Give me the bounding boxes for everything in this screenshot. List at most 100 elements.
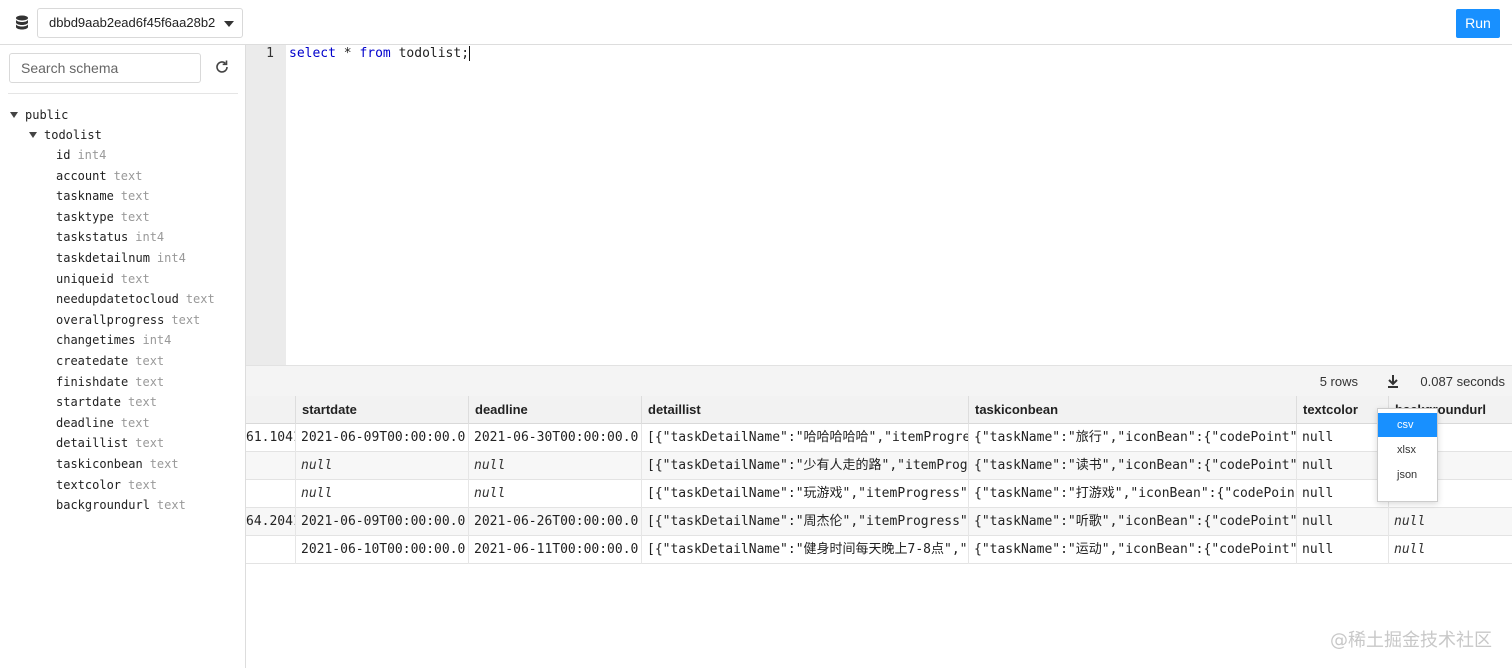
table-cell[interactable]: null bbox=[1297, 536, 1389, 564]
column-type: text bbox=[120, 209, 150, 224]
table-cell[interactable]: null bbox=[469, 480, 642, 508]
table-cell[interactable]: [{"taskDetailName":"周杰伦","itemProgress" bbox=[642, 508, 969, 536]
column-type: text bbox=[149, 457, 179, 471]
column-item[interactable]: taskname text bbox=[56, 186, 150, 206]
column-item[interactable]: uniqueid text bbox=[56, 269, 150, 289]
results-header: startdate deadline detaillist taskiconbean t… bbox=[246, 396, 1512, 424]
table-cell[interactable]: null bbox=[1297, 452, 1389, 480]
table-cell[interactable]: null bbox=[1389, 536, 1512, 564]
table-cell[interactable]: null bbox=[296, 452, 469, 480]
column-item[interactable]: deadline text bbox=[56, 413, 150, 433]
column-header[interactable]: detaillist bbox=[642, 396, 969, 424]
caret-down-icon bbox=[29, 131, 37, 138]
column-item[interactable]: overallprogress text bbox=[56, 310, 200, 330]
column-name: textcolor bbox=[56, 477, 122, 492]
table-cell[interactable]: null bbox=[1297, 424, 1389, 452]
table-row[interactable]: null null [{"taskDetailName":"玩游戏","itemPr… bbox=[246, 480, 1512, 508]
column-item[interactable]: startdate text bbox=[56, 392, 157, 412]
column-item[interactable]: textcolor text bbox=[56, 475, 157, 495]
caret-down-icon bbox=[10, 111, 18, 118]
table-cell[interactable]: {"taskName":"听歌","iconBean":{"codePoint" bbox=[969, 508, 1297, 536]
download-icon[interactable] bbox=[1386, 374, 1400, 388]
column-header[interactable] bbox=[246, 396, 296, 424]
column-header[interactable]: startdate bbox=[296, 396, 469, 424]
column-item[interactable]: detaillist text bbox=[56, 433, 164, 453]
table-cell[interactable]: null bbox=[1297, 480, 1389, 508]
table-cell[interactable]: null bbox=[469, 452, 642, 480]
column-name: backgroundurl bbox=[56, 498, 150, 513]
column-item[interactable]: tasktype text bbox=[56, 207, 150, 227]
column-type: text bbox=[171, 312, 201, 327]
column-item[interactable]: taskdetailnum int4 bbox=[56, 248, 186, 268]
table-cell[interactable]: null bbox=[296, 480, 469, 508]
sql-editor[interactable]: 1 select * from todolist; bbox=[246, 45, 1512, 365]
column-type: int4 bbox=[142, 333, 172, 348]
table-cell[interactable]: null bbox=[1297, 508, 1389, 536]
column-name: changetimes bbox=[56, 333, 136, 348]
column-type: text bbox=[135, 436, 165, 451]
table-cell[interactable] bbox=[246, 452, 296, 480]
column-item[interactable]: taskiconbean text bbox=[56, 454, 179, 474]
table-cell[interactable]: {"taskName":"旅行","iconBean":{"codePoint" bbox=[969, 424, 1297, 452]
table-cell[interactable]: null bbox=[1389, 508, 1512, 536]
column-type: text bbox=[185, 292, 215, 307]
column-item[interactable]: account text bbox=[56, 166, 142, 186]
column-header[interactable]: deadline bbox=[469, 396, 642, 424]
column-type: text bbox=[128, 395, 157, 410]
table-row[interactable]: null null [{"taskDetailName":"少有人走的路","ite… bbox=[246, 452, 1512, 480]
column-name: startdate bbox=[56, 395, 122, 410]
column-name: taskiconbean bbox=[56, 457, 143, 471]
search-schema-input[interactable] bbox=[9, 53, 201, 83]
column-name: id bbox=[56, 148, 71, 162]
column-name: detaillist bbox=[56, 436, 129, 451]
table-cell[interactable]: {"taskName":"打游戏","iconBean":{"codePoin bbox=[969, 480, 1297, 508]
table-cell[interactable]: 61.1041 bbox=[246, 424, 296, 452]
table-cell[interactable]: 2021-06-09T00:00:00.0 bbox=[296, 508, 469, 536]
column-header[interactable]: taskiconbean bbox=[969, 396, 1297, 424]
column-name: taskdetailnum bbox=[56, 251, 150, 265]
table-cell[interactable]: [{"taskDetailName":"玩游戏","itemProgress" bbox=[642, 480, 969, 508]
table-cell[interactable]: {"taskName":"运动","iconBean":{"codePoint" bbox=[969, 536, 1297, 564]
column-name: taskname bbox=[56, 189, 114, 204]
table-row[interactable]: 64.2041 2021-06-09T00:00:00.0 2021-06-26T0… bbox=[246, 508, 1512, 536]
tree-table-todolist[interactable]: todolist bbox=[29, 125, 102, 145]
table-cell[interactable]: 2021-06-09T00:00:00.0 bbox=[296, 424, 469, 452]
column-header[interactable]: textcolor bbox=[1297, 396, 1389, 424]
table-cell[interactable] bbox=[246, 480, 296, 508]
column-item[interactable]: id int4 bbox=[56, 145, 106, 165]
table-cell[interactable]: [{"taskDetailName":"健身时间每天晚上7-8点"," bbox=[642, 536, 969, 564]
table-cell[interactable]: 2021-06-26T00:00:00.0 bbox=[469, 508, 642, 536]
column-item[interactable]: createdate text bbox=[56, 351, 164, 371]
connection-select[interactable]: dbbd9aab2ead6f45f6aa28b2 bbox=[37, 8, 243, 38]
export-option-xlsx[interactable]: xlsx bbox=[1378, 438, 1437, 462]
table-cell[interactable] bbox=[246, 536, 296, 564]
table-cell[interactable]: {"taskName":"读书","iconBean":{"codePoint" bbox=[969, 452, 1297, 480]
tree-schema-public[interactable]: public bbox=[10, 105, 68, 125]
column-type: int4 bbox=[77, 148, 107, 162]
table-cell[interactable]: [{"taskDetailName":"哈哈哈哈哈","itemProgre bbox=[642, 424, 969, 452]
table-cell[interactable]: 64.2041 bbox=[246, 508, 296, 536]
refresh-icon[interactable] bbox=[214, 59, 230, 75]
table-cell[interactable]: [{"taskDetailName":"少有人走的路","itemProg bbox=[642, 452, 969, 480]
column-name: overallprogress bbox=[56, 312, 165, 327]
table-row[interactable]: 2021-06-10T00:00:00.0 2021-06-11T00:00:00… bbox=[246, 536, 1512, 564]
code-line[interactable]: select * from todolist; bbox=[289, 45, 471, 63]
table-cell[interactable]: 2021-06-30T00:00:00.0 bbox=[469, 424, 642, 452]
column-item[interactable]: needupdatetocloud text bbox=[56, 289, 215, 309]
run-button[interactable]: Run bbox=[1456, 9, 1500, 38]
column-item[interactable]: backgroundurl text bbox=[56, 495, 186, 515]
connection-name: dbbd9aab2ead6f45f6aa28b2 bbox=[49, 15, 216, 30]
schema-name: public bbox=[25, 108, 69, 122]
table-cell[interactable]: 2021-06-10T00:00:00.0 bbox=[296, 536, 469, 564]
column-name: account bbox=[56, 168, 107, 183]
table-cell[interactable]: 2021-06-11T00:00:00.0 bbox=[469, 536, 642, 564]
column-item[interactable]: changetimes int4 bbox=[56, 330, 171, 350]
table-row[interactable]: 61.1041 2021-06-09T00:00:00.0 2021-06-30T0… bbox=[246, 424, 1512, 452]
column-type: int4 bbox=[156, 251, 186, 265]
column-name: createdate bbox=[56, 354, 129, 368]
column-item[interactable]: taskstatus int4 bbox=[56, 227, 164, 247]
export-option-json[interactable]: json bbox=[1378, 463, 1437, 487]
column-item[interactable]: finishdate text bbox=[56, 372, 164, 392]
export-option-csv[interactable]: csv bbox=[1378, 413, 1437, 437]
table-name: todolist bbox=[44, 128, 102, 142]
